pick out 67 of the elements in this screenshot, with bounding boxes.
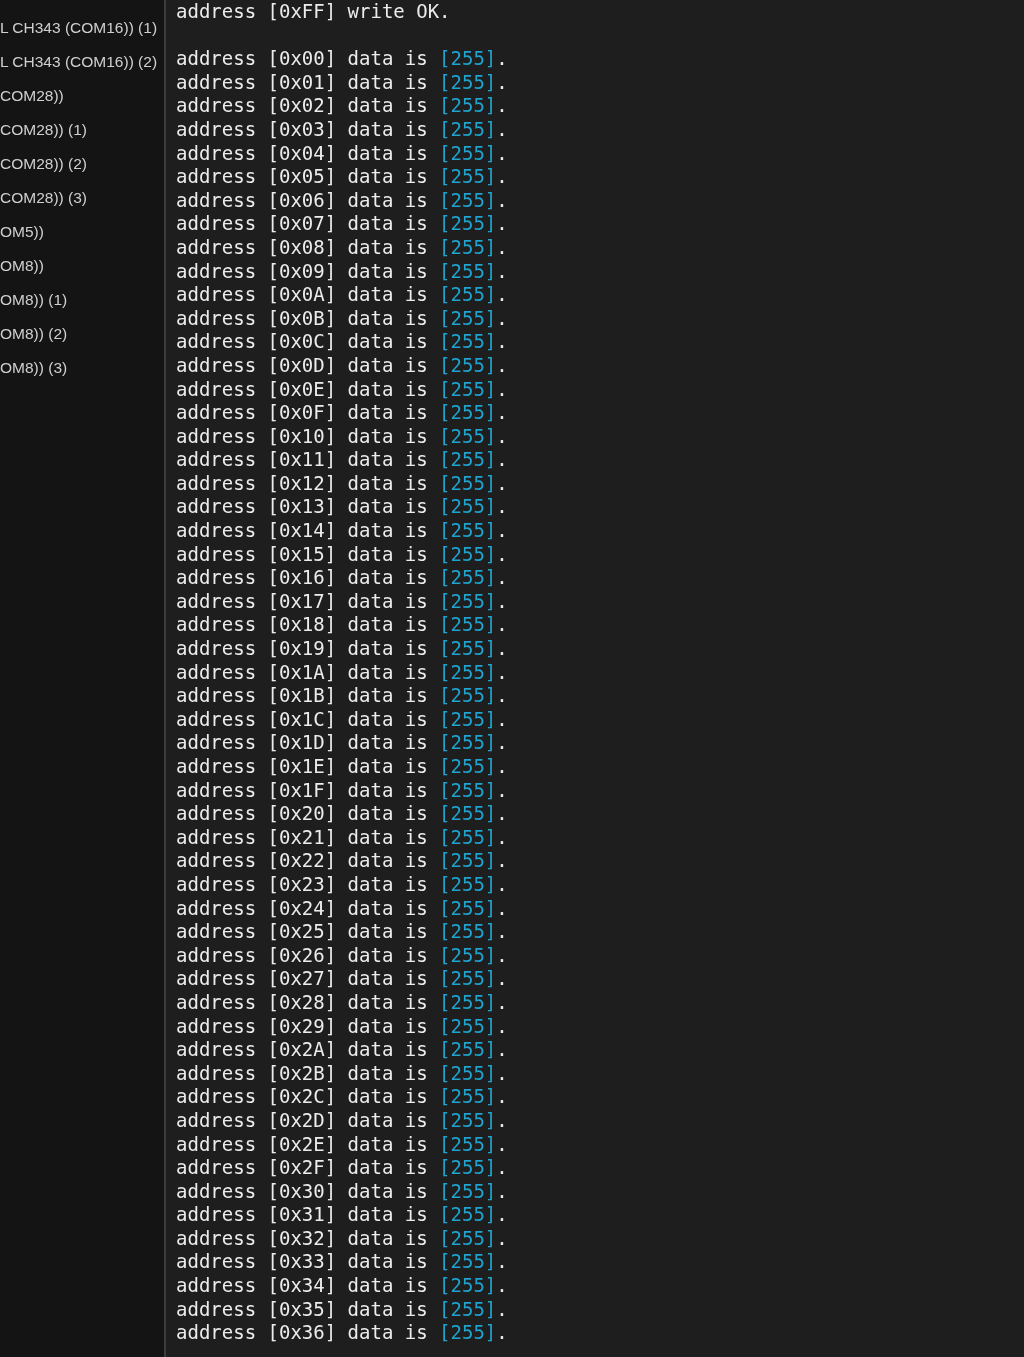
terminal-line: address [0x25] data is [255]. (176, 920, 508, 944)
terminal-line: address [0x33] data is [255]. (176, 1250, 508, 1275)
terminal-line: address [0x1F] data is [255]. (176, 778, 508, 803)
terminal-line: address [0xFF] write OK. (176, 0, 451, 24)
sidebar-item[interactable]: L CH343 (COM16)) (2) (0, 45, 164, 79)
terminal-line: address [0x20] data is [255]. (176, 802, 508, 826)
sidebar-item[interactable]: COM28)) (0, 79, 164, 113)
terminal-line: address [0x0E] data is [255]. (176, 377, 508, 402)
terminal-line: address [0x31] data is [255]. (176, 1203, 508, 1227)
terminal-line: address [0x34] data is [255]. (176, 1274, 508, 1298)
terminal-line: address [0x26] data is [255]. (176, 943, 508, 968)
sidebar-item[interactable]: OM5)) (0, 215, 164, 249)
terminal-line: address [0x35] data is [255]. (176, 1297, 508, 1322)
terminal-line: address [0x08] data is [255]. (176, 235, 508, 260)
sidebar-item[interactable]: COM28)) (3) (0, 181, 164, 215)
terminal-line: address [0x29] data is [255]. (176, 1014, 508, 1039)
terminal-line: address [0x1B] data is [255]. (176, 684, 508, 708)
terminal-line: address [0x13] data is [255]. (176, 495, 508, 520)
terminal-line: address [0x1E] data is [255]. (176, 755, 508, 779)
terminal-line: address [0x36] data is [255]. (176, 1321, 508, 1345)
terminal-line: address [0x30] data is [255]. (176, 1179, 508, 1204)
terminal-line: address [0x0C] data is [255]. (176, 330, 508, 354)
terminal-line: address [0x0D] data is [255]. (176, 353, 508, 378)
terminal-line: address [0x32] data is [255]. (176, 1226, 508, 1251)
terminal-line: address [0x18] data is [255]. (176, 613, 508, 638)
terminal-line: address [0x11] data is [255]. (176, 448, 508, 472)
sidebar-item[interactable]: OM8)) (3) (0, 351, 164, 385)
terminal-line: address [0x21] data is [255]. (176, 825, 508, 850)
terminal-line: address [0x28] data is [255]. (176, 990, 508, 1015)
sidebar-item[interactable]: OM8)) (2) (0, 317, 164, 351)
terminal-line: address [0x01] data is [255]. (176, 70, 508, 95)
sidebar-item[interactable]: OM8)) (1) (0, 283, 164, 317)
terminal-line: address [0x05] data is [255]. (176, 165, 508, 189)
terminal-line: address [0x0F] data is [255]. (176, 401, 508, 425)
terminal-line: address [0x06] data is [255]. (176, 188, 508, 213)
sidebar-item[interactable]: COM28)) (2) (0, 147, 164, 181)
terminal-line: address [0x27] data is [255]. (176, 967, 508, 991)
terminal-line: address [0x1D] data is [255]. (176, 731, 508, 755)
terminal-line: address [0x16] data is [255]. (176, 566, 508, 590)
terminal-line: address [0x2E] data is [255]. (176, 1132, 508, 1157)
terminal-line: address [0x0B] data is [255]. (176, 306, 508, 331)
terminal-line: address [0x0A] data is [255]. (176, 283, 508, 307)
terminal-line: address [0x2D] data is [255]. (176, 1108, 508, 1133)
terminal-line: address [0x23] data is [255]. (176, 872, 508, 897)
terminal-line: address [0x2A] data is [255]. (176, 1038, 508, 1062)
terminal-line: address [0x00] data is [255]. (176, 47, 508, 71)
terminal-line: address [0x07] data is [255]. (176, 212, 508, 236)
terminal-line: address [0x03] data is [255]. (176, 117, 508, 142)
terminal-line: address [0x1C] data is [255]. (176, 707, 508, 732)
sidebar-item[interactable]: COM28)) (1) (0, 113, 164, 147)
terminal-line: address [0x12] data is [255]. (176, 471, 508, 496)
terminal-line: address [0x15] data is [255]. (176, 542, 508, 567)
terminal-line: address [0x24] data is [255]. (176, 896, 508, 921)
sidebar-item[interactable]: OM8)) (0, 249, 164, 283)
sidebar-item[interactable]: L CH343 (COM16)) (1) (0, 11, 164, 45)
terminal-line: address [0x09] data is [255]. (176, 259, 508, 284)
terminal-line: address [0x14] data is [255]. (176, 519, 508, 543)
terminal-line: address [0x2F] data is [255]. (176, 1156, 508, 1180)
terminal-line: address [0x02] data is [255]. (176, 94, 508, 118)
terminal-line: address [0x17] data is [255]. (176, 589, 508, 614)
terminal-line: address [0x10] data is [255]. (176, 424, 508, 449)
terminal-line: address [0x19] data is [255]. (176, 637, 508, 661)
terminal-line: address [0x2B] data is [255]. (176, 1061, 508, 1086)
terminal-line: address [0x1A] data is [255]. (176, 660, 508, 685)
terminal-line: address [0x2C] data is [255]. (176, 1085, 508, 1109)
terminal-line: address [0x04] data is [255]. (176, 141, 508, 166)
terminal-line: address [0x22] data is [255]. (176, 849, 508, 873)
